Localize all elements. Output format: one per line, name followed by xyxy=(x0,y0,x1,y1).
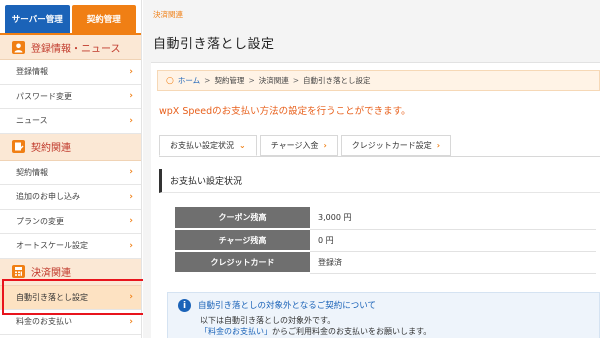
sidebar-item-auto-debit-settings[interactable]: 自動引き落とし設定 › xyxy=(0,285,141,310)
breadcrumb: ○ ホーム > 契約管理 > 決済関連 > 自動引き落とし設定 xyxy=(157,70,600,91)
table-row: クレジットカード 登録済 xyxy=(175,251,596,274)
content-panel: ○ ホーム > 契約管理 > 決済関連 > 自動引き落とし設定 wpX Spee… xyxy=(151,62,600,338)
tab-payment-status[interactable]: お支払い設定状況 ⌄ xyxy=(159,135,257,156)
sidebar-section-contract: 契約関連 xyxy=(0,133,141,161)
breadcrumb-home-link[interactable]: ホーム xyxy=(178,75,200,86)
person-icon xyxy=(12,40,25,54)
chevron-right-icon: › xyxy=(129,167,133,178)
sidebar-item-fee-payment[interactable]: 料金のお支払い › xyxy=(0,310,141,335)
lead-text: wpX Speedのお支払い方法の設定を行うことができます。 xyxy=(159,106,411,117)
table-label: クレジットカード xyxy=(175,251,310,274)
sidebar: サーバー管理 契約管理 登録情報・ニュース 登録情報 › パスワード変更 › ニュー… xyxy=(0,0,142,338)
breadcrumb-item[interactable]: 決済関連 xyxy=(259,75,289,86)
info-icon: i xyxy=(178,299,191,312)
sidebar-section-payment: 決済関連 xyxy=(0,258,141,286)
breadcrumb-current: 自動引き落とし設定 xyxy=(303,76,371,85)
breadcrumb-separator: > xyxy=(248,76,255,85)
chevron-down-icon: ⌄ xyxy=(239,141,246,150)
notice-line: 「料金のお支払い」からご利用料金のお支払いをお願いします。 xyxy=(200,327,432,336)
calculator-icon xyxy=(12,265,25,278)
sidebar-section-account: 登録情報・ニュース xyxy=(0,33,141,60)
table-value: 3,000 円 xyxy=(310,207,596,230)
section-title: お支払い設定状況 xyxy=(159,169,600,193)
sidebar-section-label: 登録情報・ニュース xyxy=(31,43,121,55)
sidebar-top-tabs: サーバー管理 契約管理 xyxy=(0,0,141,33)
chevron-right-icon: › xyxy=(129,91,133,102)
table-row: クーポン残高 3,000 円 xyxy=(175,207,596,230)
notice-line: 以下は自動引き落としの対象外です。 xyxy=(200,316,336,325)
tab-bar: お支払い設定状況 ⌄ チャージ入金 › クレジットカード設定 › xyxy=(159,135,454,156)
sidebar-item-registration-info[interactable]: 登録情報 › xyxy=(0,60,141,85)
chevron-right-icon: › xyxy=(129,66,133,77)
sidebar-section-label: 契約関連 xyxy=(31,143,71,154)
tab-divider xyxy=(159,156,600,157)
payment-status-table: クーポン残高 3,000 円 チャージ残高 0 円 クレジットカード 登録済 xyxy=(175,207,596,274)
tab-server-management[interactable]: サーバー管理 xyxy=(5,5,70,33)
breadcrumb-separator: > xyxy=(292,76,300,85)
chevron-right-icon: › xyxy=(323,141,327,150)
main-area: 決済関連 自動引き落とし設定 ○ ホーム > 契約管理 > 決済関連 > 自動引… xyxy=(143,0,600,338)
page-category: 決済関連 xyxy=(153,10,183,19)
breadcrumb-separator: > xyxy=(204,76,211,85)
breadcrumb-item[interactable]: 契約管理 xyxy=(214,75,244,86)
tab-charge-deposit[interactable]: チャージ入金 › xyxy=(259,135,338,156)
chevron-right-icon: › xyxy=(436,141,441,150)
sidebar-item-news[interactable]: ニュース › xyxy=(0,109,141,134)
sidebar-item-additional-application[interactable]: 追加のお申し込み › xyxy=(0,185,141,210)
sidebar-item-plan-change[interactable]: プランの変更 › xyxy=(0,209,141,234)
table-label: チャージ残高 xyxy=(175,229,310,252)
sidebar-item-password-change[interactable]: パスワード変更 › xyxy=(0,84,141,109)
sidebar-section-label: 決済関連 xyxy=(31,268,71,279)
chevron-right-icon: › xyxy=(129,191,133,202)
fee-payment-link[interactable]: 「料金のお支払い」 xyxy=(200,327,272,336)
chevron-right-icon: › xyxy=(129,115,133,126)
page-title: 自動引き落とし設定 xyxy=(153,37,275,52)
sidebar-item-autoscale-settings[interactable]: オートスケール設定 › xyxy=(0,234,141,259)
chevron-right-icon: › xyxy=(129,292,133,303)
chevron-right-icon: › xyxy=(129,240,133,251)
notice-box: i 自動引き落としの対象外となるご契約について 以下は自動引き落としの対象外です… xyxy=(167,292,600,338)
notice-title: 自動引き落としの対象外となるご契約について xyxy=(198,301,376,311)
sidebar-item-contract-info[interactable]: 契約情報 › xyxy=(0,160,141,185)
table-label: クーポン残高 xyxy=(175,207,310,230)
chevron-right-icon: › xyxy=(129,216,133,227)
table-value: 登録済 xyxy=(310,251,596,274)
tab-credit-card-settings[interactable]: クレジットカード設定 › xyxy=(340,135,452,156)
chevron-right-icon: › xyxy=(129,316,133,327)
table-row: チャージ残高 0 円 xyxy=(175,229,596,252)
tab-contract-management[interactable]: 契約管理 xyxy=(71,5,136,33)
contract-icon xyxy=(12,140,25,153)
table-value: 0 円 xyxy=(310,229,596,252)
home-circle-icon: ○ xyxy=(166,75,174,86)
